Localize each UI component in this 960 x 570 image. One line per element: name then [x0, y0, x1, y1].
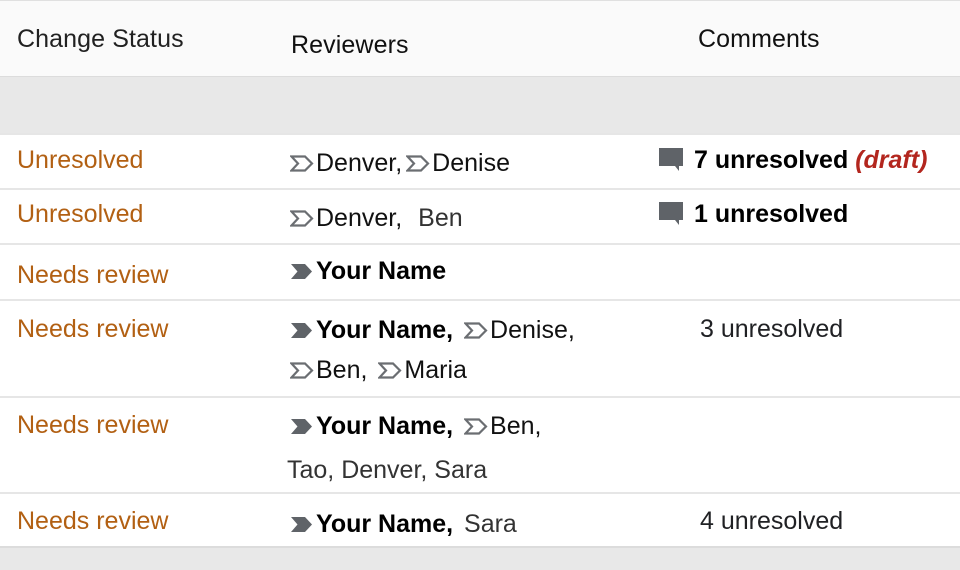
attention-outline-icon: [464, 418, 488, 435]
reviewer[interactable]: Denver,: [290, 149, 402, 177]
reviewer-name: Your Name,: [316, 510, 454, 538]
comment-summary[interactable]: 3 unresolved: [700, 315, 843, 344]
comment-summary[interactable]: 1 unresolved: [658, 200, 848, 229]
attention-outline-icon: [378, 362, 402, 379]
table-row[interactable]: Needs review Your Name, Denise, Ben, Mar…: [0, 299, 960, 396]
comment-count: 4 unresolved: [700, 507, 844, 535]
reviewer[interactable]: Sara: [464, 510, 517, 538]
reviewer[interactable]: Denver,: [290, 204, 402, 232]
change-status-link[interactable]: Needs review: [17, 507, 168, 536]
section-spacer: [0, 77, 960, 133]
comment-bubble-icon: [659, 202, 683, 225]
reviewer[interactable]: Denise: [406, 149, 510, 177]
change-status-link[interactable]: Unresolved: [17, 146, 143, 175]
table-row[interactable]: Needs review Your Name, Ben, Tao, Denver…: [0, 396, 960, 492]
attention-filled-icon: [291, 323, 312, 338]
draft-label: (draft): [855, 146, 928, 174]
reviewer-name: Your Name,: [316, 412, 454, 440]
reviewer-list: Denver, Denise: [290, 143, 640, 183]
reviewer-name: Ben,: [316, 356, 368, 384]
reviewer-name: Tao, Denver, Sara: [287, 456, 488, 484]
change-status-link[interactable]: Needs review: [17, 261, 168, 290]
column-header-reviewers: Reviewers: [291, 31, 409, 59]
reviewer[interactable]: Ben,: [464, 412, 541, 440]
reviewer-list: Your Name, Sara: [290, 504, 640, 544]
change-status-link[interactable]: Needs review: [17, 315, 168, 344]
comment-summary[interactable]: 7 unresolved (draft): [658, 146, 927, 175]
reviewer-name: Denver,: [316, 204, 403, 232]
reviewer-name: Denise: [432, 149, 510, 177]
reviewer-name: Your Name,: [316, 316, 454, 344]
attention-outline-icon: [290, 362, 314, 379]
reviewer[interactable]: Your Name,: [290, 412, 453, 440]
reviewer-name: Maria: [404, 356, 467, 384]
reviewer-name: Ben: [418, 204, 463, 232]
comment-count: 7 unresolved: [694, 146, 849, 174]
reviewer-list: Your Name, Denise, Ben, Maria: [290, 310, 640, 390]
reviewer[interactable]: Denise,: [464, 316, 575, 344]
column-header-change-status: Change Status: [17, 25, 184, 53]
table-row[interactable]: Needs review Your Name, Sara 4 unresolve…: [0, 492, 960, 548]
attention-outline-icon: [290, 210, 314, 227]
attention-outline-icon: [406, 155, 430, 172]
attention-filled-icon: [291, 419, 312, 434]
table-header: Change Status Reviewers Comments: [0, 0, 960, 77]
comment-summary[interactable]: 4 unresolved: [700, 507, 843, 536]
comment-count: 1 unresolved: [694, 200, 849, 228]
table-row[interactable]: Unresolved Denver, Ben 1 unresolved: [0, 188, 960, 243]
reviewer-name: Sara: [464, 510, 517, 538]
reviewer[interactable]: Tao, Denver, Sara: [287, 456, 487, 484]
table-row[interactable]: Unresolved Denver, Denise 7 unresolved (d…: [0, 133, 960, 188]
reviewer-list: Your Name, Ben, Tao, Denver, Sara: [287, 404, 640, 492]
attention-filled-icon: [291, 517, 312, 532]
reviewer-name: Your Name: [316, 257, 447, 285]
reviewer-name: Ben,: [490, 412, 542, 440]
comment-bubble-icon: [659, 148, 683, 171]
reviewer-list: Denver, Ben: [290, 198, 640, 238]
reviewer[interactable]: Ben: [418, 204, 462, 232]
column-header-comments: Comments: [698, 25, 820, 53]
change-status-link[interactable]: Unresolved: [17, 200, 143, 229]
reviewer[interactable]: Your Name,: [290, 510, 453, 538]
attention-outline-icon: [464, 322, 488, 339]
reviewer[interactable]: Maria: [378, 356, 467, 384]
reviewer-name: Denise,: [490, 316, 575, 344]
reviewer[interactable]: Ben,: [290, 356, 367, 384]
attention-outline-icon: [290, 155, 314, 172]
table-row[interactable]: Needs review Your Name: [0, 243, 960, 299]
change-status-link[interactable]: Needs review: [17, 411, 168, 440]
attention-filled-icon: [291, 264, 312, 279]
reviewer[interactable]: Your Name,: [290, 316, 453, 344]
reviewer-list: Your Name: [290, 251, 640, 291]
comment-count: 3 unresolved: [700, 315, 844, 343]
reviewer[interactable]: Your Name: [290, 257, 446, 285]
reviewer-name: Denver,: [316, 149, 403, 177]
